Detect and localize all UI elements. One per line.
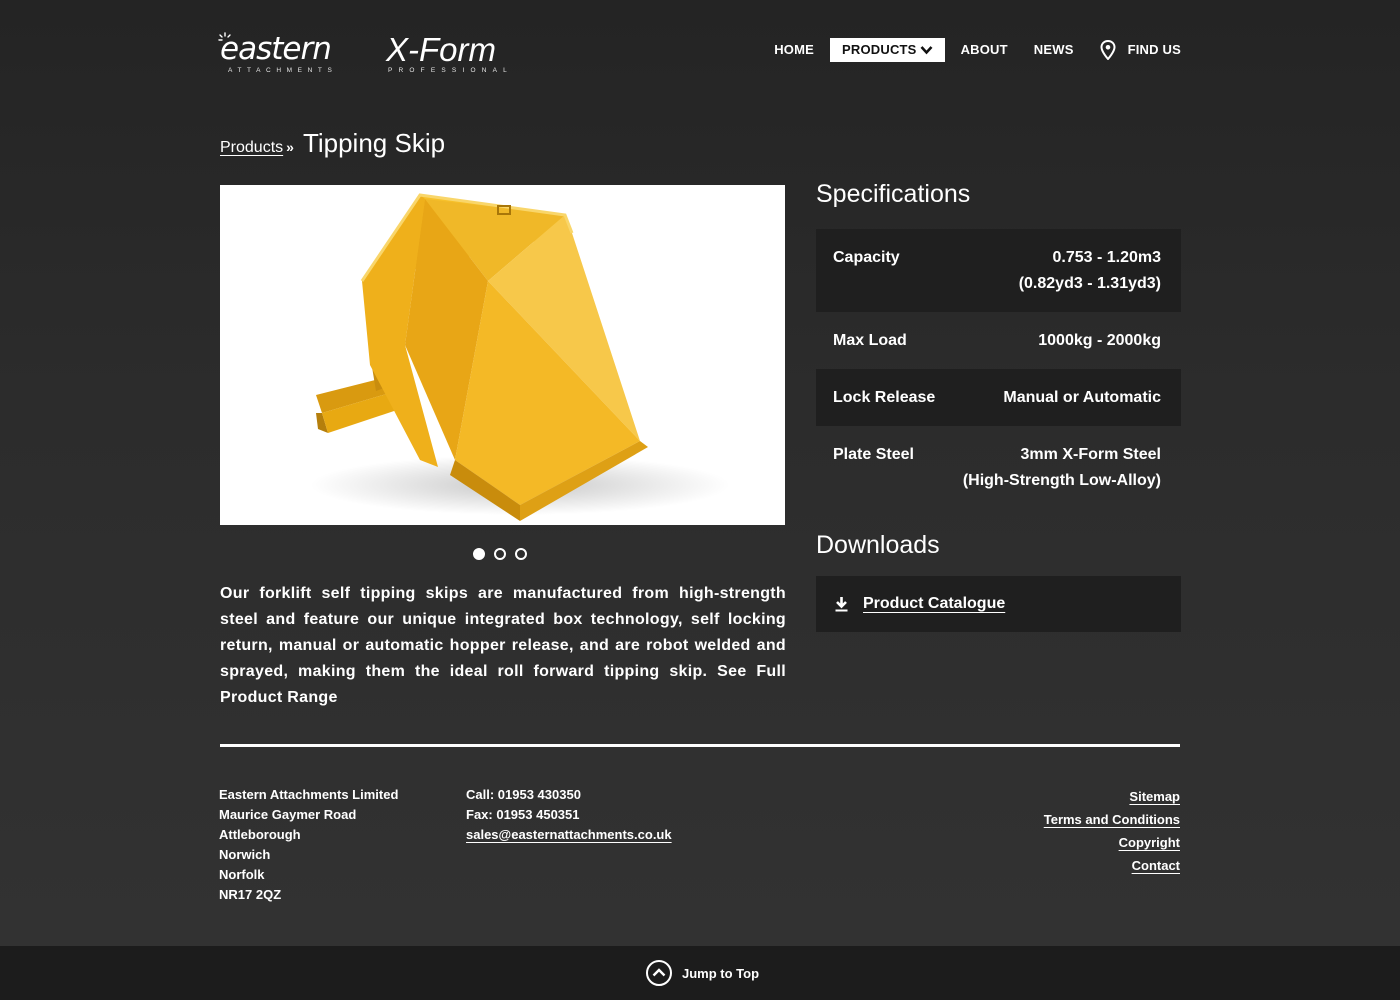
footer-phone: Call: 01953 430350 [466, 787, 581, 802]
spec-label: Lock Release [833, 389, 936, 406]
tipping-skip-illustration [310, 193, 730, 521]
spec-value: 1000kg - 2000kg [1038, 328, 1161, 354]
spec-value-line: (0.82yd3 - 1.31yd3) [1018, 275, 1161, 292]
nav-news-label: NEWS [1033, 42, 1074, 57]
gallery-pagination [473, 548, 527, 560]
address-line: Norwich [219, 847, 271, 862]
spec-value: Manual or Automatic [1003, 385, 1161, 411]
address-line: Attleborough [219, 827, 301, 842]
nav-find-us-label: FIND US [1127, 42, 1181, 57]
spec-value-line: (High-Strength Low-Alloy) [962, 472, 1161, 489]
spec-value: 3mm X-Form Steel (High-Strength Low-Allo… [963, 442, 1161, 494]
spec-label: Plate Steel [833, 446, 914, 463]
breadcrumb-products-link[interactable]: Products [220, 139, 283, 157]
jump-to-top-button[interactable]: Jump to Top [645, 959, 759, 987]
downloads-heading: Downloads [816, 531, 940, 559]
chevron-down-icon [920, 46, 933, 55]
footer-links: Sitemap Terms and Conditions Copyright C… [1044, 785, 1180, 877]
bottom-bar: Jump to Top [0, 946, 1400, 1000]
location-pin-icon [1100, 40, 1116, 60]
jump-to-top-label: Jump to Top [681, 965, 760, 981]
address-line: Maurice Gaymer Road [219, 807, 357, 822]
spec-label: Max Load [833, 332, 907, 349]
spec-value-line: 3mm X-Form Steel [1020, 446, 1161, 463]
spec-row-plate-steel: Plate Steel 3mm X-Form Steel (High-Stren… [816, 426, 1181, 509]
nav-home[interactable]: HOME [761, 38, 827, 62]
specifications-heading: Specifications [816, 180, 971, 208]
nav-about[interactable]: ABOUT [948, 38, 1021, 62]
footer-link-terms[interactable]: Terms and Conditions [1044, 808, 1180, 831]
footer-contact: Call: 01953 430350 Fax: 01953 450351 sal… [466, 785, 672, 845]
product-catalogue-link[interactable]: Product Catalogue [863, 595, 1005, 613]
footer-link-contact[interactable]: Contact [1044, 854, 1180, 877]
page-title: Tipping Skip [302, 128, 446, 158]
gallery-dot-2[interactable] [494, 548, 506, 560]
download-item[interactable]: Product Catalogue [816, 576, 1181, 632]
sunburst-icon [218, 32, 231, 41]
gallery-dot-1[interactable] [473, 548, 485, 560]
spec-value-line: 1000kg - 2000kg [1038, 332, 1161, 349]
gallery-dot-3[interactable] [515, 548, 527, 560]
download-icon [835, 597, 848, 612]
breadcrumb: Products » Tipping Skip [220, 128, 445, 159]
main-nav: HOME PRODUCTS ABOUT NEWS FIND US [761, 38, 1181, 62]
footer-address: Eastern Attachments Limited Maurice Gaym… [219, 785, 398, 905]
nav-find-us[interactable]: FIND US [1087, 38, 1181, 62]
specifications-table: Capacity 0.753 - 1.20m3 (0.82yd3 - 1.31y… [816, 229, 1181, 509]
spec-value: 0.753 - 1.20m3 (0.82yd3 - 1.31yd3) [1019, 245, 1161, 297]
footer-email-link[interactable]: sales@easternattachments.co.uk [466, 827, 672, 842]
address-line: Eastern Attachments Limited [219, 787, 399, 802]
nav-about-label: ABOUT [960, 42, 1008, 57]
logo-tagline: PROFESSIONAL [388, 67, 513, 74]
logo-wordmark: X-Form [386, 31, 496, 68]
spec-row-max-load: Max Load 1000kg - 2000kg [816, 312, 1181, 369]
spec-row-capacity: Capacity 0.753 - 1.20m3 (0.82yd3 - 1.31y… [816, 229, 1181, 312]
eastern-attachments-logo[interactable]: eastern ATTACHMENTS [218, 31, 345, 76]
footer-link-copyright[interactable]: Copyright [1044, 831, 1180, 854]
logo-tagline: ATTACHMENTS [228, 67, 338, 74]
address-line: Norfolk [219, 867, 265, 882]
spec-label: Capacity [833, 249, 900, 266]
nav-news[interactable]: NEWS [1021, 38, 1087, 62]
nav-products-label: PRODUCTS [842, 42, 917, 57]
arrow-up-circle-icon [645, 960, 672, 986]
address-line: NR17 2QZ [219, 887, 282, 902]
breadcrumb-separator-icon: » [286, 139, 294, 155]
footer-fax: Fax: 01953 450351 [466, 807, 580, 822]
spec-value-line: 0.753 - 1.20m3 [1052, 249, 1161, 266]
nav-products[interactable]: PRODUCTS [830, 38, 945, 62]
xform-professional-logo[interactable]: X-Form PROFESSIONAL [386, 31, 513, 76]
logo-wordmark: eastern [220, 31, 332, 67]
footer-link-sitemap[interactable]: Sitemap [1044, 785, 1180, 808]
spec-value-line: Manual or Automatic [1003, 389, 1161, 406]
product-image[interactable] [220, 185, 785, 525]
nav-home-label: HOME [774, 42, 814, 57]
footer-divider [220, 744, 1180, 747]
spec-row-lock-release: Lock Release Manual or Automatic [816, 369, 1181, 426]
product-description: Our forklift self tipping skips are manu… [220, 585, 786, 706]
